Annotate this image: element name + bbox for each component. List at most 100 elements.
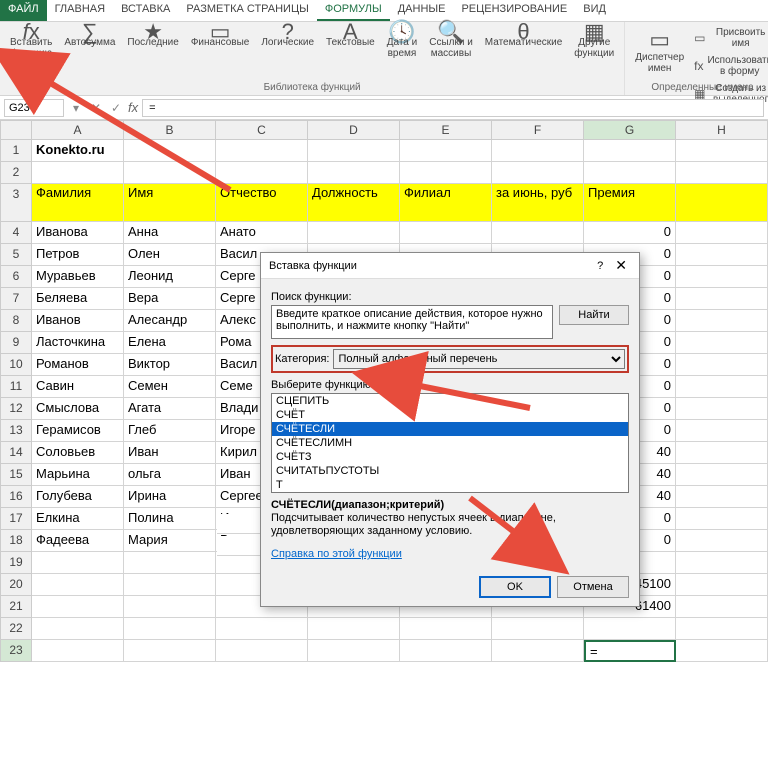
row-header[interactable]: 10 bbox=[0, 354, 32, 376]
cell[interactable]: Анна bbox=[124, 222, 216, 244]
cell[interactable] bbox=[676, 618, 768, 640]
cell[interactable] bbox=[676, 140, 768, 162]
cell[interactable]: ольга bbox=[124, 464, 216, 486]
cell[interactable]: Вера bbox=[124, 288, 216, 310]
cell[interactable] bbox=[492, 222, 584, 244]
cell[interactable] bbox=[216, 640, 308, 662]
row-header[interactable]: 19 bbox=[0, 552, 32, 574]
row-header[interactable]: 1 bbox=[0, 140, 32, 162]
cell[interactable]: Романов bbox=[32, 354, 124, 376]
cell[interactable]: Алесандр bbox=[124, 310, 216, 332]
row-header[interactable]: 17 bbox=[0, 508, 32, 530]
cell[interactable] bbox=[32, 552, 124, 574]
cell[interactable]: Премия bbox=[584, 184, 676, 222]
cell[interactable] bbox=[32, 574, 124, 596]
datetime-button[interactable]: 🕓 Дата и время bbox=[381, 24, 424, 46]
row-header[interactable]: 9 bbox=[0, 332, 32, 354]
cell[interactable] bbox=[216, 618, 308, 640]
cell[interactable] bbox=[492, 618, 584, 640]
row-header[interactable]: 21 bbox=[0, 596, 32, 618]
cell[interactable]: Ирина bbox=[124, 486, 216, 508]
category-select[interactable]: Полный алфавитный перечень bbox=[333, 349, 625, 369]
function-list-item[interactable]: Т bbox=[272, 478, 628, 492]
cell[interactable] bbox=[676, 184, 768, 222]
col-header[interactable]: D bbox=[308, 120, 400, 140]
cell[interactable]: Елкина bbox=[32, 508, 124, 530]
cell[interactable] bbox=[308, 162, 400, 184]
cell[interactable]: Анато bbox=[216, 222, 308, 244]
row-header[interactable]: 2 bbox=[0, 162, 32, 184]
row-header[interactable]: 22 bbox=[0, 618, 32, 640]
tab-insert[interactable]: ВСТАВКА bbox=[113, 0, 178, 21]
cell[interactable] bbox=[584, 618, 676, 640]
help-icon[interactable]: ? bbox=[589, 260, 611, 272]
cell[interactable]: Соловьев bbox=[32, 442, 124, 464]
cell[interactable] bbox=[124, 596, 216, 618]
lookup-button[interactable]: 🔍 Ссылки и массивы bbox=[423, 24, 479, 46]
cell[interactable] bbox=[124, 618, 216, 640]
function-list-item[interactable]: СЧЁТЕСЛИМН bbox=[272, 436, 628, 450]
tab-formulas[interactable]: ФОРМУЛЫ bbox=[317, 0, 390, 21]
row-header[interactable]: 23 bbox=[0, 640, 32, 662]
cell[interactable]: Иван bbox=[124, 442, 216, 464]
cell[interactable]: Филиал bbox=[400, 184, 492, 222]
cell[interactable] bbox=[32, 596, 124, 618]
search-function-input[interactable]: Введите краткое описание действия, котор… bbox=[271, 305, 553, 339]
cancel-button[interactable]: Отмена bbox=[557, 576, 629, 598]
cell[interactable] bbox=[676, 310, 768, 332]
col-header[interactable]: H bbox=[676, 120, 768, 140]
cell[interactable] bbox=[676, 162, 768, 184]
row-header[interactable]: 18 bbox=[0, 530, 32, 552]
text-button[interactable]: A Текстовые bbox=[320, 24, 381, 46]
cell[interactable]: Семен bbox=[124, 376, 216, 398]
function-list-item[interactable]: СЧЁТЗ bbox=[272, 450, 628, 464]
cell[interactable] bbox=[676, 332, 768, 354]
cell[interactable] bbox=[676, 596, 768, 618]
function-help-link[interactable]: Справка по этой функции bbox=[271, 548, 402, 560]
autosum-button[interactable]: ∑ Автосумма bbox=[58, 24, 121, 46]
cell[interactable]: 0 bbox=[584, 222, 676, 244]
row-header[interactable]: 3 bbox=[0, 184, 32, 222]
cell[interactable]: Савин bbox=[32, 376, 124, 398]
cell[interactable]: Елена bbox=[124, 332, 216, 354]
name-manager-button[interactable]: ▭ Диспетчер имен bbox=[629, 24, 690, 76]
cell[interactable] bbox=[584, 162, 676, 184]
cell[interactable] bbox=[584, 140, 676, 162]
cell[interactable] bbox=[676, 574, 768, 596]
cell[interactable] bbox=[400, 640, 492, 662]
row-header[interactable]: 15 bbox=[0, 464, 32, 486]
cell[interactable]: Ласточкина bbox=[32, 332, 124, 354]
logical-button[interactable]: ? Логические bbox=[255, 24, 320, 46]
find-button[interactable]: Найти bbox=[559, 305, 629, 325]
cell[interactable]: Леонид bbox=[124, 266, 216, 288]
cell[interactable]: Беляева bbox=[32, 288, 124, 310]
cell[interactable] bbox=[676, 376, 768, 398]
insert-function-button[interactable]: fx Вставить функцию bbox=[4, 24, 58, 46]
financial-button[interactable]: ▭ Финансовые bbox=[185, 24, 256, 46]
cell[interactable]: Смыслова bbox=[32, 398, 124, 420]
tab-home[interactable]: ГЛАВНАЯ bbox=[47, 0, 113, 21]
tab-data[interactable]: ДАННЫЕ bbox=[390, 0, 454, 21]
cell[interactable] bbox=[676, 508, 768, 530]
cell[interactable]: = bbox=[584, 640, 676, 662]
row-header[interactable]: 8 bbox=[0, 310, 32, 332]
row-header[interactable]: 5 bbox=[0, 244, 32, 266]
row-header[interactable]: 16 bbox=[0, 486, 32, 508]
select-all-corner[interactable] bbox=[0, 120, 32, 140]
cell[interactable] bbox=[32, 618, 124, 640]
cell[interactable] bbox=[492, 162, 584, 184]
cell[interactable] bbox=[676, 288, 768, 310]
dialog-titlebar[interactable]: Вставка функции ? ✕ bbox=[261, 253, 639, 279]
cell[interactable] bbox=[676, 464, 768, 486]
cell[interactable]: Виктор bbox=[124, 354, 216, 376]
col-header[interactable]: F bbox=[492, 120, 584, 140]
cell[interactable]: Фадеева bbox=[32, 530, 124, 552]
row-header[interactable]: 7 bbox=[0, 288, 32, 310]
cell[interactable] bbox=[676, 530, 768, 552]
cell[interactable] bbox=[124, 574, 216, 596]
cell[interactable]: Герамисов bbox=[32, 420, 124, 442]
use-in-formula-button[interactable]: fxИспользовать в форму bbox=[690, 52, 768, 80]
cell[interactable] bbox=[32, 640, 124, 662]
cell[interactable] bbox=[676, 354, 768, 376]
cell[interactable] bbox=[492, 640, 584, 662]
